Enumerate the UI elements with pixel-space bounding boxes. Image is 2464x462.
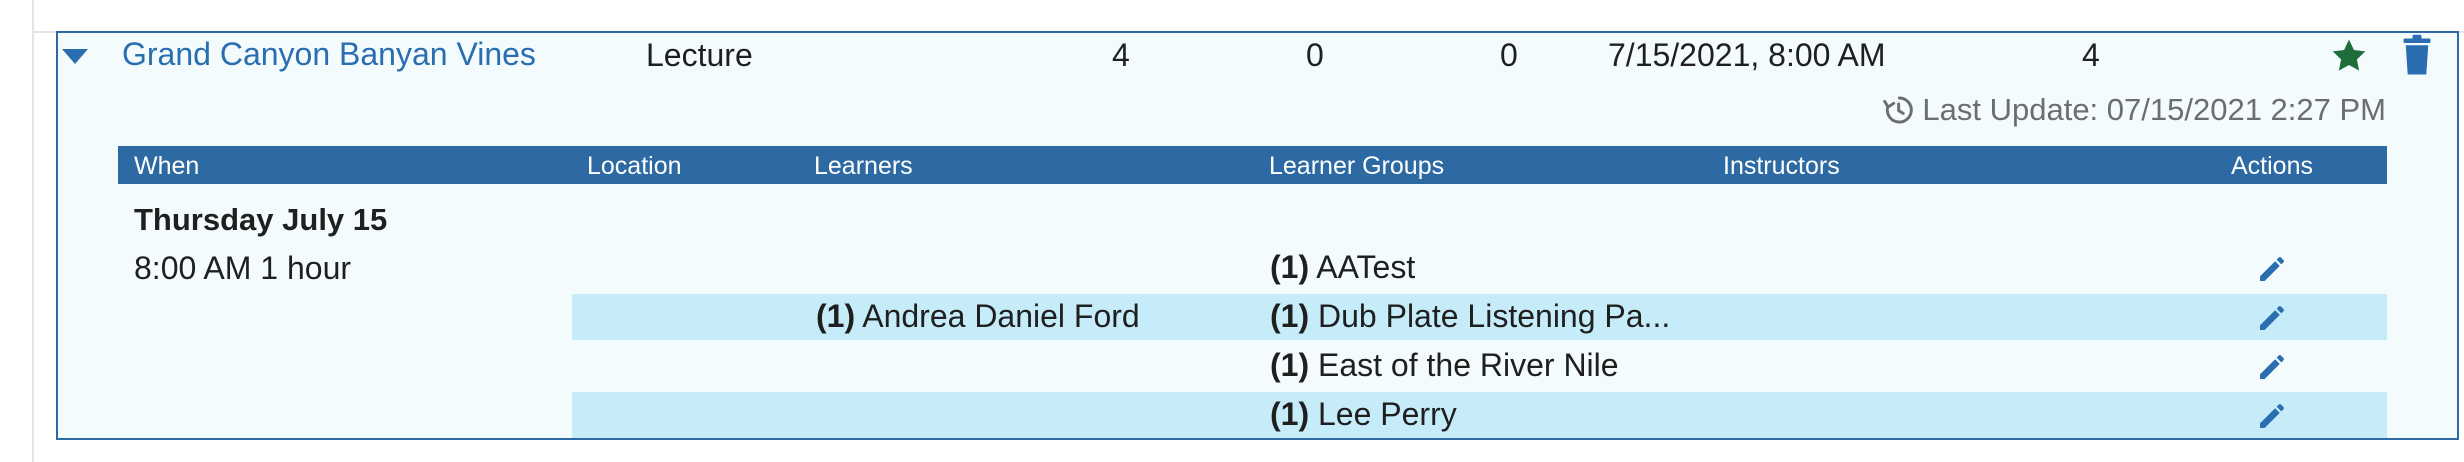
session-title-link[interactable]: Grand Canyon Banyan Vines	[122, 36, 536, 73]
last-update-text: Last Update: 07/15/2021 2:27 PM	[1922, 92, 2386, 127]
learner-name: Andrea Daniel Ford	[862, 298, 1140, 334]
learner-group-cell: (1) East of the River Nile	[1270, 347, 1619, 384]
history-icon	[1883, 96, 1914, 124]
trash-icon[interactable]	[2402, 34, 2432, 76]
table-row: (1) East of the River Nile	[572, 343, 2387, 389]
session-type: Lecture	[646, 37, 753, 73]
learner-group-cell: (1) Dub Plate Listening Pa...	[1270, 298, 1670, 335]
learner-cell: (1) Andrea Daniel Ford	[816, 298, 1140, 335]
group-name: Lee Perry	[1318, 396, 1457, 432]
session-count-c: 0	[1500, 37, 1518, 73]
header-learner-groups: Learner Groups	[1269, 152, 1445, 180]
star-icon[interactable]	[2330, 37, 2368, 75]
top-divider	[34, 0, 2464, 33]
table-row: (1) Andrea Daniel Ford (1) Dub Plate Lis…	[572, 294, 2387, 340]
group-count: (1)	[1270, 396, 1310, 432]
session-datetime: 7/15/2021, 8:00 AM	[1608, 37, 1886, 73]
pencil-icon[interactable]	[2256, 351, 2288, 383]
chevron-down-icon[interactable]	[62, 49, 88, 64]
table-row: (1) AATest	[572, 245, 2387, 291]
group-name: East of the River Nile	[1318, 347, 1619, 383]
header-learners: Learners	[814, 152, 913, 180]
group-count: (1)	[1270, 298, 1310, 334]
offering-day: Thursday July 15	[134, 202, 388, 237]
learner-count: (1)	[816, 298, 856, 334]
group-count: (1)	[1270, 249, 1310, 285]
learner-group-cell: (1) Lee Perry	[1270, 396, 1457, 433]
learner-group-cell: (1) AATest	[1270, 249, 1415, 286]
offerings-table-header: When Location Learners Learner Groups In…	[118, 146, 2387, 184]
group-name: Dub Plate Listening Pa...	[1318, 298, 1671, 334]
header-when: When	[134, 152, 200, 180]
header-actions: Actions	[2231, 152, 2313, 180]
table-row: (1) Lee Perry	[572, 392, 2387, 438]
left-divider	[0, 0, 34, 462]
pencil-icon[interactable]	[2256, 253, 2288, 285]
group-name: AATest	[1316, 249, 1416, 285]
pencil-icon[interactable]	[2256, 302, 2288, 334]
header-instructors: Instructors	[1723, 152, 1840, 180]
pencil-icon[interactable]	[2256, 400, 2288, 432]
session-count-b: 0	[1306, 37, 1324, 73]
group-count: (1)	[1270, 347, 1310, 383]
session-offerings-count: 4	[2082, 37, 2100, 73]
session-count-a: 4	[1112, 37, 1130, 73]
offering-time: 8:00 AM 1 hour	[134, 250, 352, 286]
last-update: Last Update: 07/15/2021 2:27 PM	[1882, 92, 2386, 128]
header-location: Location	[587, 152, 682, 180]
